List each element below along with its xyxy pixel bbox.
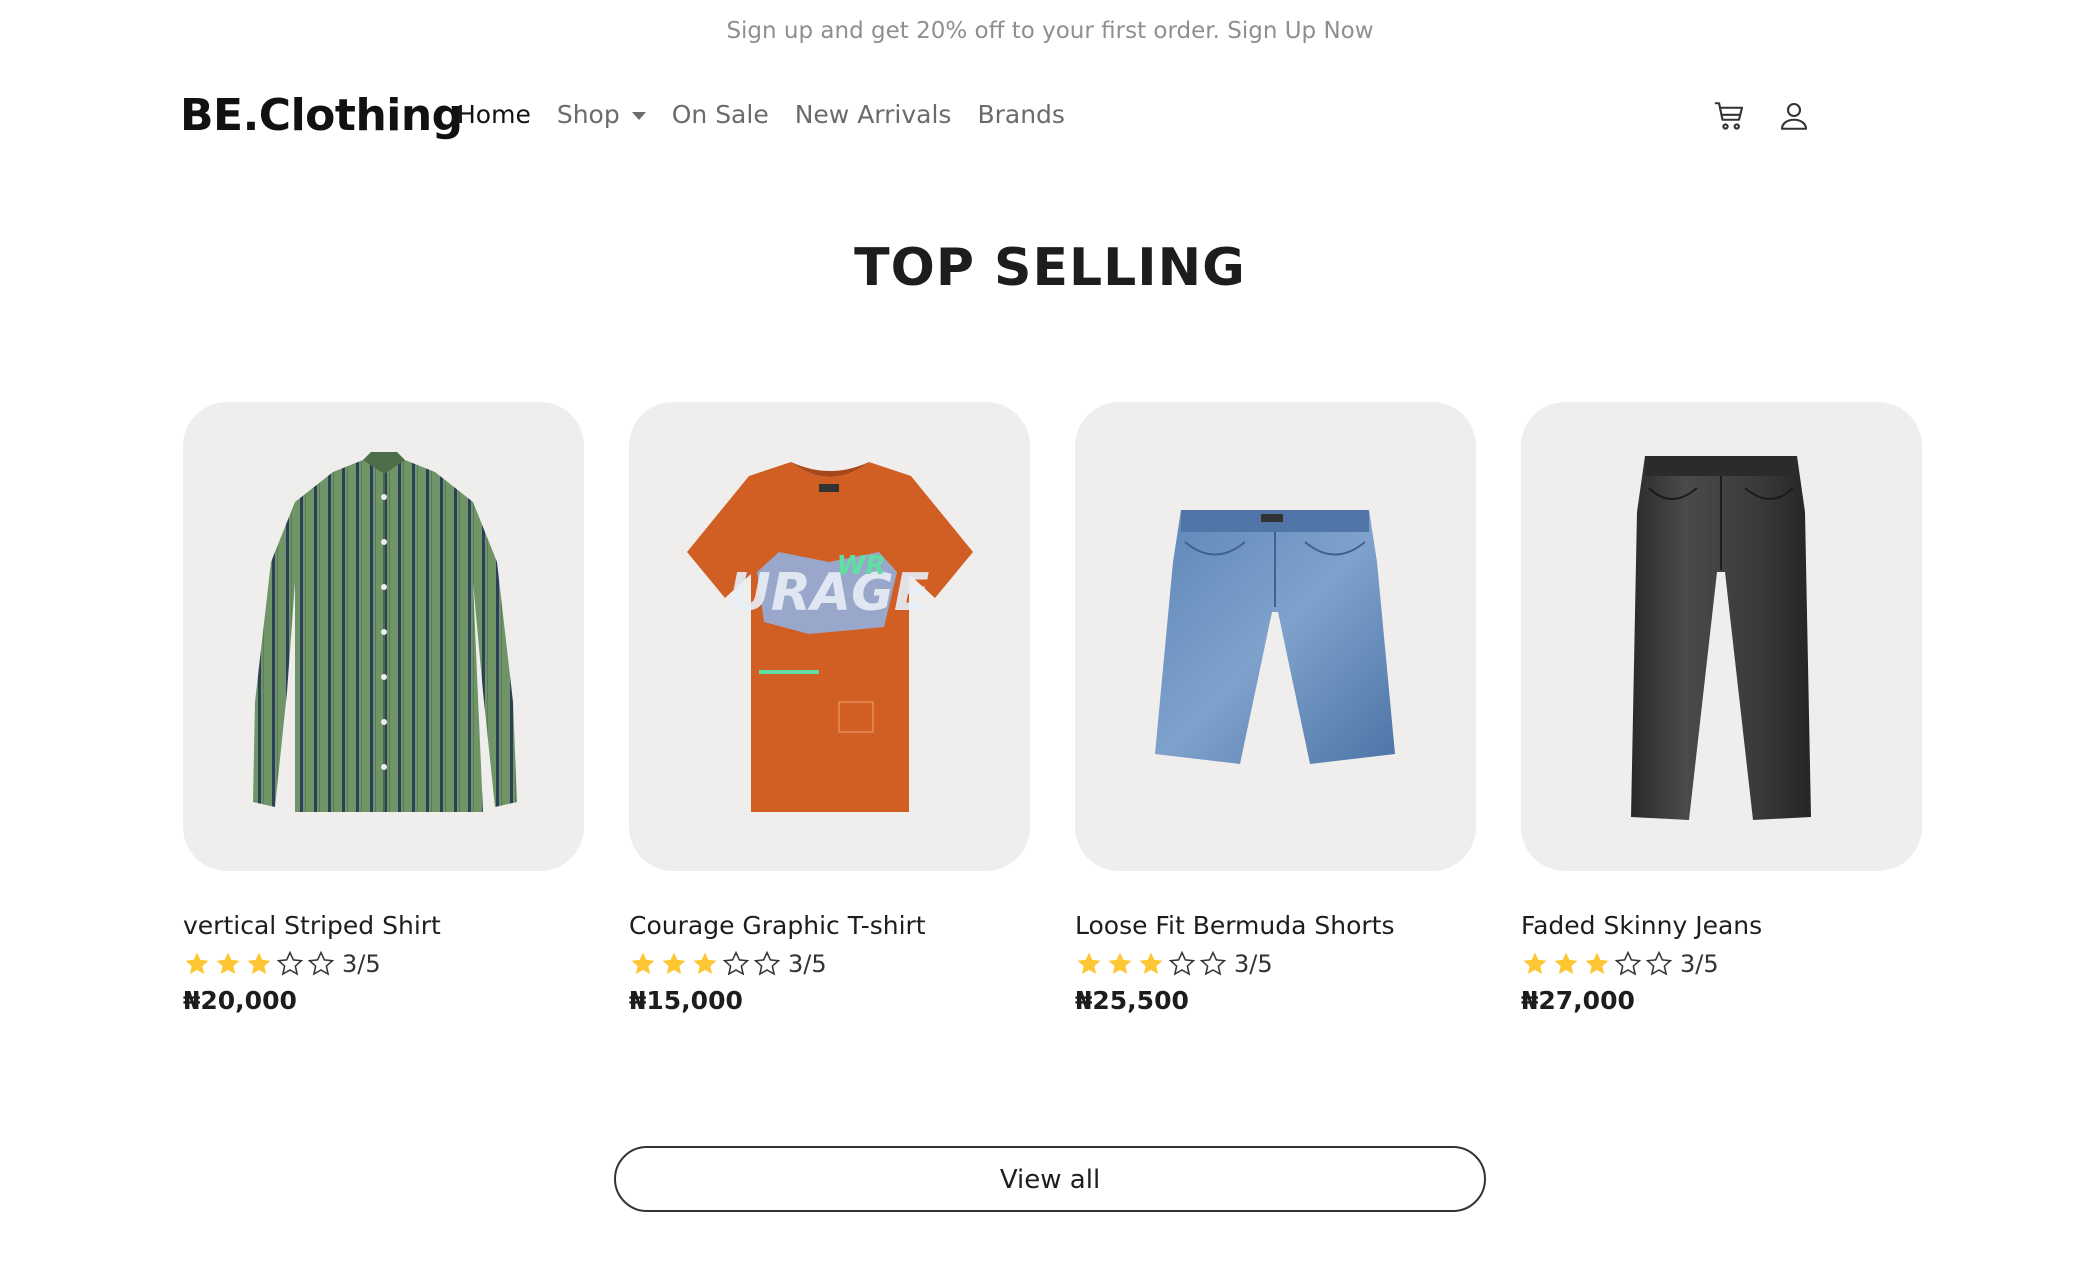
product-name[interactable]: Courage Graphic T-shirt — [629, 911, 1030, 940]
product-rating: 3/5 — [1521, 950, 1922, 978]
rating-text: 3/5 — [788, 950, 827, 978]
orange-graphic-tshirt-image: URAGE WR — [687, 462, 973, 812]
view-all-button[interactable]: View all — [614, 1146, 1486, 1212]
product-image[interactable]: URAGE WR — [629, 402, 1030, 871]
star-empty-icon — [753, 950, 781, 976]
star-filled-icon — [1523, 952, 1547, 975]
nav-link-label: New Arrivals — [794, 100, 952, 129]
user-icon[interactable] — [1776, 98, 1812, 134]
product-image[interactable] — [1075, 402, 1476, 871]
svg-text:URAGE: URAGE — [729, 563, 930, 623]
product-price: ₦20,000 — [183, 986, 297, 1015]
star-filled-icon — [1585, 952, 1609, 975]
nav-link-label: Brands — [977, 100, 1065, 129]
nav-icons — [1712, 98, 1812, 134]
rating-text: 3/5 — [1234, 950, 1273, 978]
nav-links: Home Shop On Sale New Arrivals Brands — [457, 100, 1065, 129]
nav-link-on-sale[interactable]: On Sale — [672, 100, 769, 129]
nav-link-shop[interactable]: Shop — [557, 100, 646, 129]
product-name[interactable]: Loose Fit Bermuda Shorts — [1075, 911, 1476, 940]
star-empty-icon — [1645, 950, 1673, 976]
product-price: ₦27,000 — [1521, 986, 1635, 1015]
navbar: BE.Clothing Home Shop On Sale New Arriva… — [0, 62, 2100, 172]
star-empty-icon — [722, 950, 750, 976]
star-empty-icon — [276, 950, 304, 976]
rating-text: 3/5 — [342, 950, 381, 978]
product-name[interactable]: Faded Skinny Jeans — [1521, 911, 1922, 940]
star-empty-icon — [1199, 950, 1227, 976]
star-empty-icon — [1168, 950, 1196, 976]
nav-link-label: Home — [457, 100, 531, 129]
star-filled-icon — [185, 952, 209, 975]
promo-banner[interactable]: Sign up and get 20% off to your first or… — [0, 0, 2100, 62]
nav-link-new-arrivals[interactable]: New Arrivals — [795, 100, 952, 129]
product-price: ₦25,500 — [1075, 986, 1189, 1015]
star-filled-icon — [247, 952, 271, 975]
star-filled-icon — [1108, 952, 1132, 975]
star-filled-icon — [1554, 952, 1578, 975]
nav-link-label: Shop — [556, 100, 620, 129]
product-card[interactable]: Faded Skinny Jeans 3/5 ₦27,000 — [1521, 402, 1922, 1015]
caret-down-icon — [631, 111, 646, 120]
black-skinny-jeans-image — [1631, 456, 1811, 820]
green-striped-shirt-image — [253, 452, 517, 812]
star-filled-icon — [1077, 952, 1101, 975]
product-card[interactable]: vertical Striped Shirt 3/5 ₦20,000 — [183, 402, 584, 1015]
nav-link-brands[interactable]: Brands — [977, 100, 1065, 129]
brand-logo[interactable]: BE.Clothing — [180, 90, 463, 141]
denim-bermuda-shorts-image — [1155, 510, 1395, 764]
product-name[interactable]: vertical Striped Shirt — [183, 911, 584, 940]
product-rating: 3/5 — [629, 950, 1030, 978]
product-image[interactable] — [1521, 402, 1922, 871]
star-filled-icon — [1139, 952, 1163, 975]
product-rating: 3/5 — [183, 950, 584, 978]
rating-text: 3/5 — [1680, 950, 1719, 978]
nav-link-home[interactable]: Home — [457, 100, 531, 129]
star-empty-icon — [307, 950, 335, 976]
product-card[interactable]: URAGE WR Courage Graphic T-shirt 3/5 ₦15… — [629, 402, 1030, 1015]
star-filled-icon — [631, 952, 655, 975]
product-rating: 3/5 — [1075, 950, 1476, 978]
star-filled-icon — [693, 952, 717, 975]
product-card[interactable]: Loose Fit Bermuda Shorts 3/5 ₦25,500 — [1075, 402, 1476, 1015]
product-grid: vertical Striped Shirt 3/5 ₦20,000 URAGE… — [183, 402, 1922, 1015]
nav-link-label: On Sale — [671, 100, 769, 129]
star-empty-icon — [1614, 950, 1642, 976]
section-title: TOP SELLING — [854, 238, 1246, 298]
svg-text:WR: WR — [837, 551, 886, 581]
star-filled-icon — [216, 952, 240, 975]
product-image[interactable] — [183, 402, 584, 871]
product-price: ₦15,000 — [629, 986, 743, 1015]
cart-icon[interactable] — [1712, 98, 1748, 134]
star-filled-icon — [662, 952, 686, 975]
